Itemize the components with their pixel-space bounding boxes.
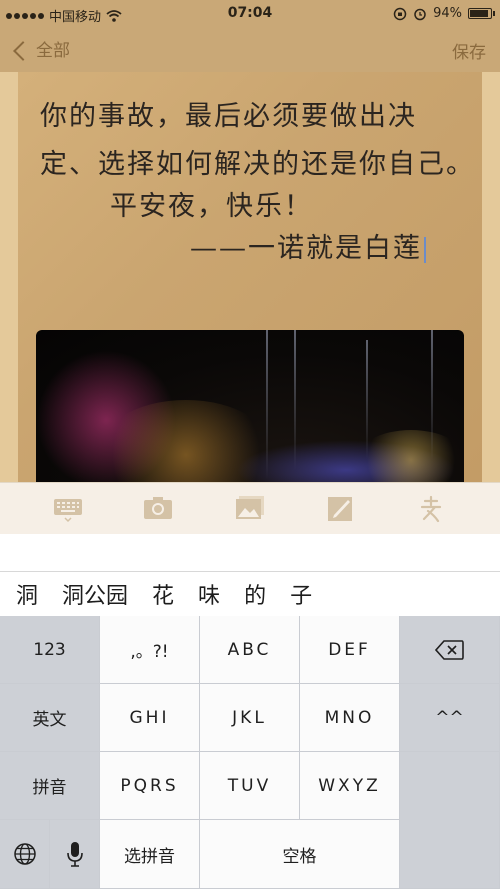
- keyboard-icon[interactable]: [53, 495, 83, 523]
- photo-light-ray: [266, 330, 268, 480]
- key-punctuation[interactable]: ,。?!: [100, 616, 200, 684]
- microphone-icon: [66, 842, 83, 867]
- key-jkl[interactable]: JKL: [200, 684, 300, 752]
- key-123[interactable]: 123: [0, 616, 100, 684]
- delete-key[interactable]: [400, 616, 500, 684]
- status-right: 94%: [393, 6, 495, 21]
- photo-light-ray: [294, 330, 296, 470]
- candidate-item[interactable]: 花: [140, 578, 186, 610]
- delete-icon: [434, 639, 464, 660]
- key-mno[interactable]: MNO: [300, 684, 400, 752]
- note-line-1: 你的事故，最后必须要做出决: [40, 101, 417, 132]
- note-signature: ——一诺就是白莲: [190, 233, 422, 264]
- note-line-4: ——一诺就是白莲: [190, 226, 426, 265]
- note-content[interactable]: 你的事故，最后必须要做出决 定、选择如何解决的还是你自己。 平安夜，快乐！ ——…: [0, 72, 500, 482]
- photo-light-ray: [431, 330, 433, 460]
- note-line-3: 平安夜，快乐！: [110, 191, 313, 222]
- candidate-item[interactable]: 洞公园: [50, 578, 140, 610]
- nav-bar: 全部 保存: [0, 28, 500, 72]
- globe-key[interactable]: [0, 820, 50, 889]
- candidate-item[interactable]: 味: [186, 578, 232, 610]
- alarm-icon: [414, 8, 426, 20]
- candidate-item[interactable]: 的: [232, 578, 278, 610]
- battery-percent: 94%: [433, 6, 462, 21]
- pinyin-keyboard: 123 ,。?! ABC DEF 英文 GHI JKL MNO ^^ 拼音 PQ…: [0, 616, 500, 889]
- handwriting-icon[interactable]: [416, 495, 446, 523]
- back-button[interactable]: 全部: [10, 36, 70, 61]
- text-input-area[interactable]: [0, 534, 500, 572]
- return-key[interactable]: [400, 752, 500, 889]
- key-tuv[interactable]: TUV: [200, 752, 300, 820]
- note-line-2: 定、选择如何解决的还是你自己。: [40, 149, 475, 180]
- space-key[interactable]: 空格: [200, 820, 400, 889]
- microphone-key[interactable]: [50, 820, 100, 889]
- chevron-left-icon: [13, 40, 33, 61]
- text-cursor: [424, 236, 426, 263]
- candidate-item[interactable]: 洞: [14, 578, 50, 610]
- night-lights-photo[interactable]: [36, 330, 464, 482]
- photo-icon[interactable]: [235, 495, 265, 523]
- note-toolbar: [0, 482, 500, 534]
- camera-icon[interactable]: [143, 495, 173, 523]
- sketch-icon[interactable]: [326, 495, 356, 523]
- photo-light-ray: [366, 340, 368, 460]
- globe-icon: [13, 843, 36, 865]
- key-ghi[interactable]: GHI: [100, 684, 200, 752]
- battery-fill: [470, 10, 488, 17]
- key-def[interactable]: DEF: [300, 616, 400, 684]
- candidate-bar: 洞 洞公园 花 味 的 子: [0, 572, 500, 616]
- save-button[interactable]: 保存: [452, 38, 486, 63]
- back-label: 全部: [36, 41, 70, 61]
- select-pinyin-key[interactable]: 选拼音: [100, 820, 200, 889]
- key-wxyz[interactable]: WXYZ: [300, 752, 400, 820]
- key-abc[interactable]: ABC: [200, 616, 300, 684]
- status-bar: 中国移动 07:04 94%: [0, 0, 500, 28]
- photo-glow: [356, 430, 464, 482]
- battery-icon: [468, 8, 495, 19]
- key-pinyin[interactable]: 拼音: [0, 752, 100, 820]
- key-emoticon[interactable]: ^^: [400, 684, 500, 752]
- key-english[interactable]: 英文: [0, 684, 100, 752]
- candidate-item[interactable]: 子: [278, 578, 324, 610]
- key-pqrs[interactable]: PQRS: [100, 752, 200, 820]
- orientation-lock-icon: [393, 7, 407, 20]
